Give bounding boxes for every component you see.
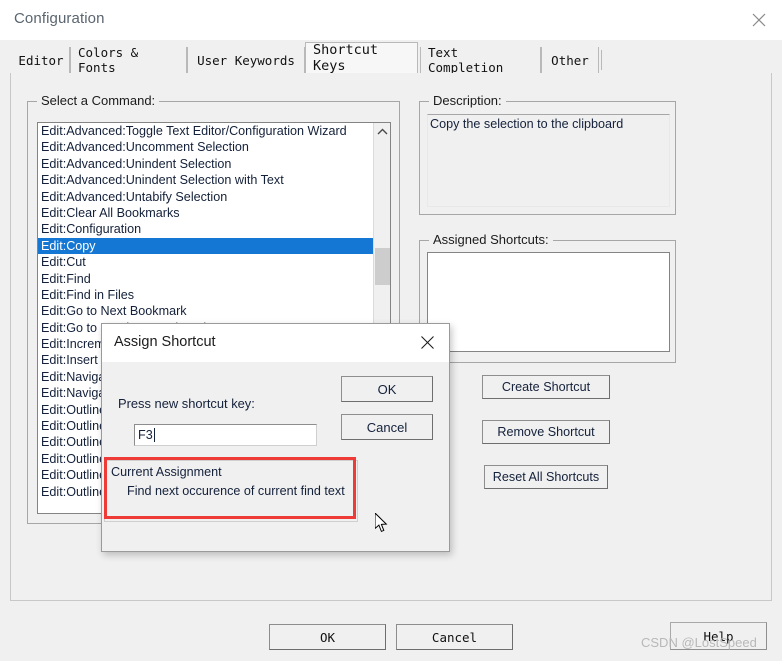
ok-button[interactable]: OK [269,624,386,650]
mouse-cursor [374,511,389,539]
command-list-item[interactable]: Edit:Advanced:Uncomment Selection [38,139,375,155]
dialog-ok-button[interactable]: OK [341,376,433,402]
create-shortcut-button[interactable]: Create Shortcut [482,375,610,399]
shortcut-prompt-label: Press new shortcut key: [118,396,255,411]
close-icon[interactable] [409,326,445,358]
command-list-item[interactable]: Edit:Clear All Bookmarks [38,205,375,221]
command-list-item[interactable]: Edit:Copy [38,237,375,255]
assigned-shortcuts-list[interactable] [427,252,670,352]
shortcut-input-value: F3 [138,428,153,442]
current-assignment-text: Find next occurence of current find text [127,484,345,498]
command-list-item[interactable]: Edit:Advanced:Unindent Selection [38,156,375,172]
tab-user-keywords[interactable]: User Keywords [187,47,305,73]
tab-colors-and-fonts[interactable]: Colors & Fonts [70,45,187,75]
cancel-button[interactable]: Cancel [396,624,513,650]
dialog-titlebar: Assign Shortcut [102,324,449,362]
command-list-item[interactable]: Edit:Advanced:Unindent Selection with Te… [38,172,375,188]
watermark: CSDN @LostSpeed [641,635,757,650]
tab-shortcut-keys[interactable]: Shortcut Keys [305,42,418,74]
close-icon[interactable] [736,0,782,40]
command-list-item[interactable]: Edit:Find [38,271,375,287]
current-assignment-panel: Current Assignment Find next occurence o… [104,460,358,522]
reset-all-shortcuts-button[interactable]: Reset All Shortcuts [484,465,608,489]
select-command-label: Select a Command: [37,93,160,108]
description-text: Copy the selection to the clipboard [430,117,624,131]
command-list-item[interactable]: Edit:Find in Files [38,287,375,303]
remove-shortcut-button[interactable]: Remove Shortcut [482,420,610,444]
current-assignment-title: Current Assignment [111,465,222,479]
command-list-item[interactable]: Edit:Go to Next Bookmark [38,303,375,319]
tab-bar: Editor Colors & Fonts User Keywords Shor… [0,40,782,75]
chevron-up-icon[interactable] [374,123,390,140]
description-body: Copy the selection to the clipboard [427,114,670,207]
command-list-item[interactable]: Edit:Advanced:Untabify Selection [38,189,375,205]
assign-shortcut-dialog: Assign Shortcut Press new shortcut key: … [101,323,450,552]
configuration-window: Configuration Editor Colors & Fonts User… [0,0,782,661]
dialog-title: Assign Shortcut [114,334,216,350]
dialog-cancel-button[interactable]: Cancel [341,414,433,440]
command-list-item[interactable]: Edit:Advanced:Toggle Text Editor/Configu… [38,123,375,139]
command-list-item[interactable]: Edit:Cut [38,254,375,270]
text-caret [153,428,155,442]
assigned-shortcuts-label: Assigned Shortcuts: [429,232,553,247]
assigned-shortcuts-group: Assigned Shortcuts: [419,232,676,363]
shortcut-input[interactable]: F3 [134,424,317,446]
description-label: Description: [429,93,506,108]
window-titlebar: Configuration [0,0,782,40]
tab-divider [601,50,602,70]
tab-editor[interactable]: Editor [12,47,70,73]
tab-text-completion[interactable]: Text Completion [420,45,541,75]
command-list-item[interactable]: Edit:Configuration [38,221,375,237]
description-group: Description: Copy the selection to the c… [419,93,676,215]
window-title: Configuration [14,10,105,27]
scrollbar-thumb[interactable] [375,248,390,285]
tab-other[interactable]: Other [541,47,599,73]
